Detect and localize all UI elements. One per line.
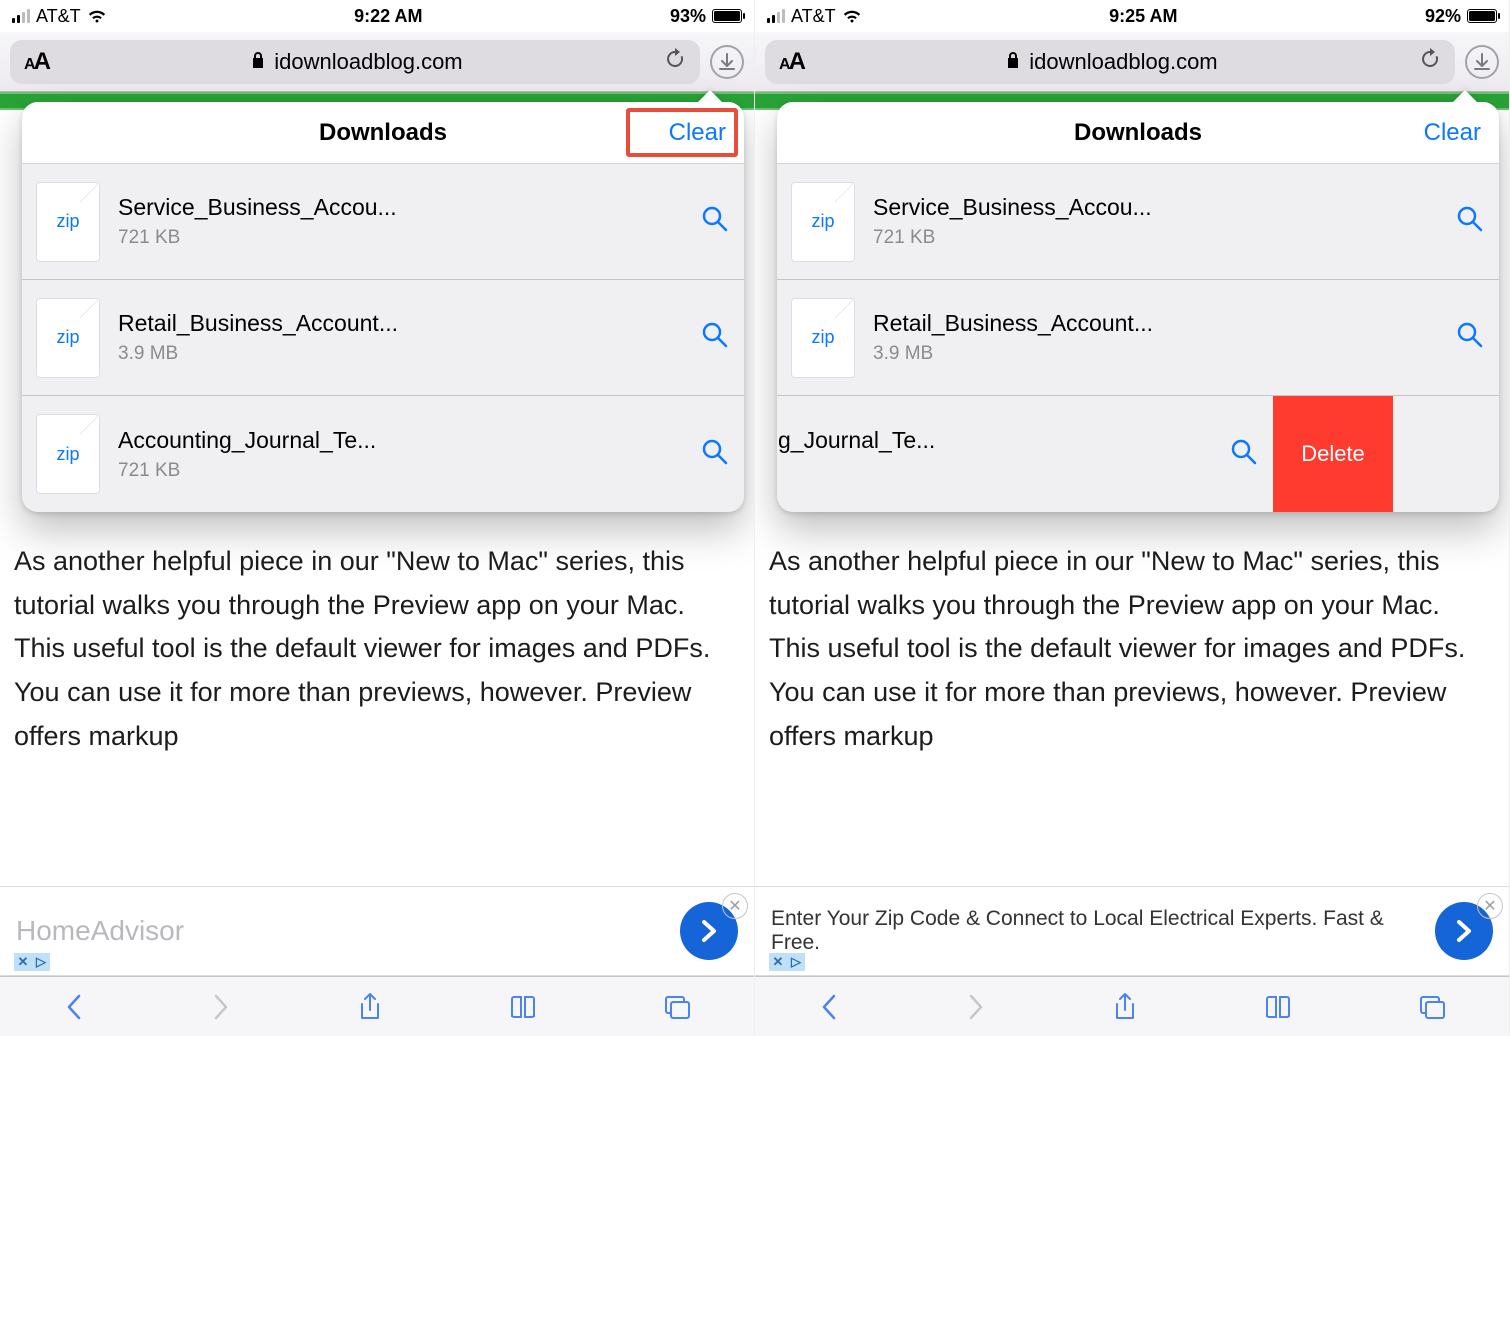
back-button[interactable] <box>818 992 840 1022</box>
cellular-signal-icon <box>12 9 30 23</box>
article-text: As another helpful piece in our "New to … <box>14 540 740 759</box>
article-text: As another helpful piece in our "New to … <box>769 540 1495 759</box>
wifi-icon <box>842 9 862 23</box>
text-size-icon[interactable]: AA <box>24 48 49 76</box>
clock: 9:25 AM <box>1109 6 1177 27</box>
file-name: Service_Business_Accou... <box>873 194 1437 221</box>
carrier-label: AT&T <box>36 6 81 27</box>
file-name: Accounting_Journal_Te... <box>118 427 682 454</box>
bookmarks-button[interactable] <box>1263 994 1293 1020</box>
tabs-button[interactable] <box>663 994 691 1020</box>
download-row[interactable]: zip Retail_Business_Account... 3.9 MB <box>777 280 1499 396</box>
ad-banner[interactable]: Enter Your Zip Code & Connect to Local E… <box>755 886 1509 976</box>
url-field[interactable]: AA idownloadblog.com <box>765 40 1455 84</box>
download-row[interactable]: zip Service_Business_Accou... 721 KB <box>777 164 1499 280</box>
screenshot-left: AT&T 9:22 AM 93% AA idownloadblog.com Do… <box>0 0 755 1036</box>
file-size: 3.9 MB <box>118 343 682 365</box>
reveal-icon[interactable] <box>700 437 730 472</box>
screenshot-right: AT&T 9:25 AM 92% AA idownloadblog.com Do… <box>755 0 1510 1036</box>
downloads-list: zip Service_Business_Accou... 721 KB zip… <box>777 164 1499 512</box>
address-bar: AA idownloadblog.com <box>0 32 754 92</box>
file-size: 721 KB <box>118 460 682 482</box>
status-bar: AT&T 9:22 AM 93% <box>0 0 754 32</box>
file-size: 721 KB <box>777 460 1211 482</box>
wifi-icon <box>87 9 107 23</box>
ad-close-icon[interactable]: ✕ <box>722 893 748 919</box>
share-button[interactable] <box>357 992 383 1022</box>
file-name: Retail_Business_Account... <box>118 310 682 337</box>
file-name: Retail_Business_Account... <box>873 310 1437 337</box>
bookmarks-button[interactable] <box>508 994 538 1020</box>
back-button[interactable] <box>63 992 85 1022</box>
battery-percent: 92% <box>1425 6 1461 27</box>
ad-text: HomeAdvisor <box>16 915 664 947</box>
share-button[interactable] <box>1112 992 1138 1022</box>
file-size: 721 KB <box>118 227 682 249</box>
url-field[interactable]: AA idownloadblog.com <box>10 40 700 84</box>
lock-icon <box>1005 49 1021 75</box>
downloads-popover: Downloads Clear zip Service_Business_Acc… <box>22 102 744 512</box>
address-bar: AA idownloadblog.com <box>755 32 1509 92</box>
clock: 9:22 AM <box>354 6 422 27</box>
download-row[interactable]: zip Retail_Business_Account... 3.9 MB <box>22 280 744 396</box>
reveal-icon[interactable] <box>1455 320 1485 355</box>
tabs-button[interactable] <box>1418 994 1446 1020</box>
adchoices-icon[interactable]: ✕▷ <box>769 953 805 971</box>
zip-file-icon: zip <box>36 298 100 378</box>
file-size: 3.9 MB <box>873 343 1437 365</box>
zip-file-icon: zip <box>36 414 100 494</box>
safari-toolbar <box>0 976 754 1036</box>
ad-banner[interactable]: HomeAdvisor ✕ ✕▷ <box>0 886 754 976</box>
clear-button[interactable]: Clear <box>1424 119 1481 147</box>
battery-icon <box>1467 9 1497 23</box>
popover-header: Downloads Clear <box>22 102 744 164</box>
reveal-icon[interactable] <box>1229 437 1259 472</box>
popover-title: Downloads <box>319 119 447 147</box>
battery-percent: 93% <box>670 6 706 27</box>
downloads-button[interactable] <box>1465 45 1499 79</box>
popover-title: Downloads <box>1074 119 1202 147</box>
cellular-signal-icon <box>767 9 785 23</box>
zip-file-icon: zip <box>36 182 100 262</box>
delete-button[interactable]: Delete <box>1273 396 1393 512</box>
zip-file-icon: zip <box>791 298 855 378</box>
file-name: Service_Business_Accou... <box>118 194 682 221</box>
popover-header: Downloads Clear <box>777 102 1499 164</box>
reload-icon[interactable] <box>1419 47 1441 77</box>
reveal-icon[interactable] <box>1455 204 1485 239</box>
file-name: Accounting_Journal_Te... <box>777 427 1211 454</box>
reveal-icon[interactable] <box>700 204 730 239</box>
annotation-highlight <box>626 108 738 157</box>
forward-button <box>210 992 232 1022</box>
text-size-icon[interactable]: AA <box>779 48 804 76</box>
reveal-icon[interactable] <box>700 320 730 355</box>
zip-file-icon: zip <box>791 182 855 262</box>
adchoices-icon[interactable]: ✕▷ <box>14 953 50 971</box>
downloads-button[interactable] <box>710 45 744 79</box>
download-row-swiped[interactable]: zip Accounting_Journal_Te... 721 KB Dele… <box>777 396 1499 512</box>
domain-label: idownloadblog.com <box>274 49 462 75</box>
ad-text: Enter Your Zip Code & Connect to Local E… <box>771 907 1419 955</box>
status-bar: AT&T 9:25 AM 92% <box>755 0 1509 32</box>
ad-close-icon[interactable]: ✕ <box>1477 893 1503 919</box>
forward-button <box>965 992 987 1022</box>
download-row[interactable]: zip Service_Business_Accou... 721 KB <box>22 164 744 280</box>
file-size: 721 KB <box>873 227 1437 249</box>
lock-icon <box>250 49 266 75</box>
domain-label: idownloadblog.com <box>1029 49 1217 75</box>
downloads-list: zip Service_Business_Accou... 721 KB zip… <box>22 164 744 512</box>
carrier-label: AT&T <box>791 6 836 27</box>
safari-toolbar <box>755 976 1509 1036</box>
reload-icon[interactable] <box>664 47 686 77</box>
battery-icon <box>712 9 742 23</box>
downloads-popover: Downloads Clear zip Service_Business_Acc… <box>777 102 1499 512</box>
download-row[interactable]: zip Accounting_Journal_Te... 721 KB <box>22 396 744 512</box>
